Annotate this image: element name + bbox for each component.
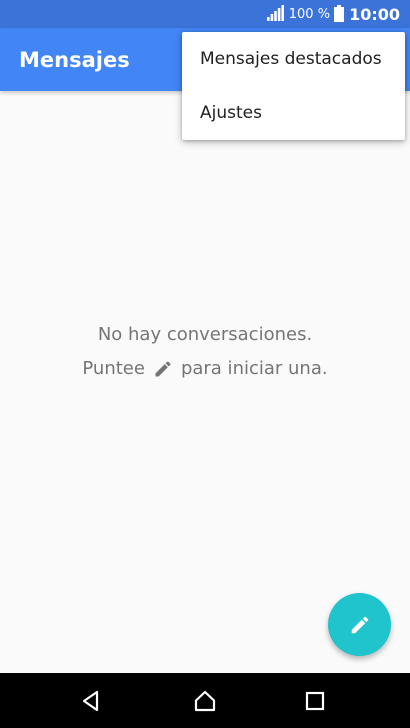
pencil-icon: [351, 616, 368, 633]
app-title: Mensajes: [19, 48, 130, 72]
menu-item-mensajes-destacados[interactable]: Mensajes destacados: [182, 32, 405, 86]
status-bar: 100 % 10:00: [0, 0, 410, 28]
navigation-bar: [0, 673, 410, 728]
empty-state-title: No hay conversaciones.: [97, 324, 313, 345]
compose-button[interactable]: [328, 593, 391, 656]
back-button[interactable]: [77, 687, 105, 715]
back-icon: [82, 690, 99, 712]
battery-percentage: 100 %: [288, 6, 331, 22]
empty-state-hint-after: para iniciar una.: [180, 358, 328, 379]
recents-button[interactable]: [301, 687, 329, 715]
status-time: 10:00: [349, 4, 400, 24]
overflow-menu: Mensajes destacados Ajustes: [182, 32, 405, 140]
empty-state-hint-before: Puntee: [82, 358, 145, 379]
recents-icon: [305, 691, 325, 711]
status-indicators: 100 % 10:00: [266, 0, 400, 28]
signal-icon: [266, 5, 284, 21]
battery-icon: [334, 4, 345, 22]
home-button[interactable]: [191, 687, 219, 715]
menu-item-ajustes[interactable]: Ajustes: [182, 86, 405, 140]
pencil-icon: [155, 361, 171, 377]
empty-state-hint: Puntee para iniciar una.: [0, 352, 410, 386]
empty-state-message: No hay conversaciones. Puntee para inici…: [0, 318, 410, 386]
home-icon: [194, 690, 216, 712]
